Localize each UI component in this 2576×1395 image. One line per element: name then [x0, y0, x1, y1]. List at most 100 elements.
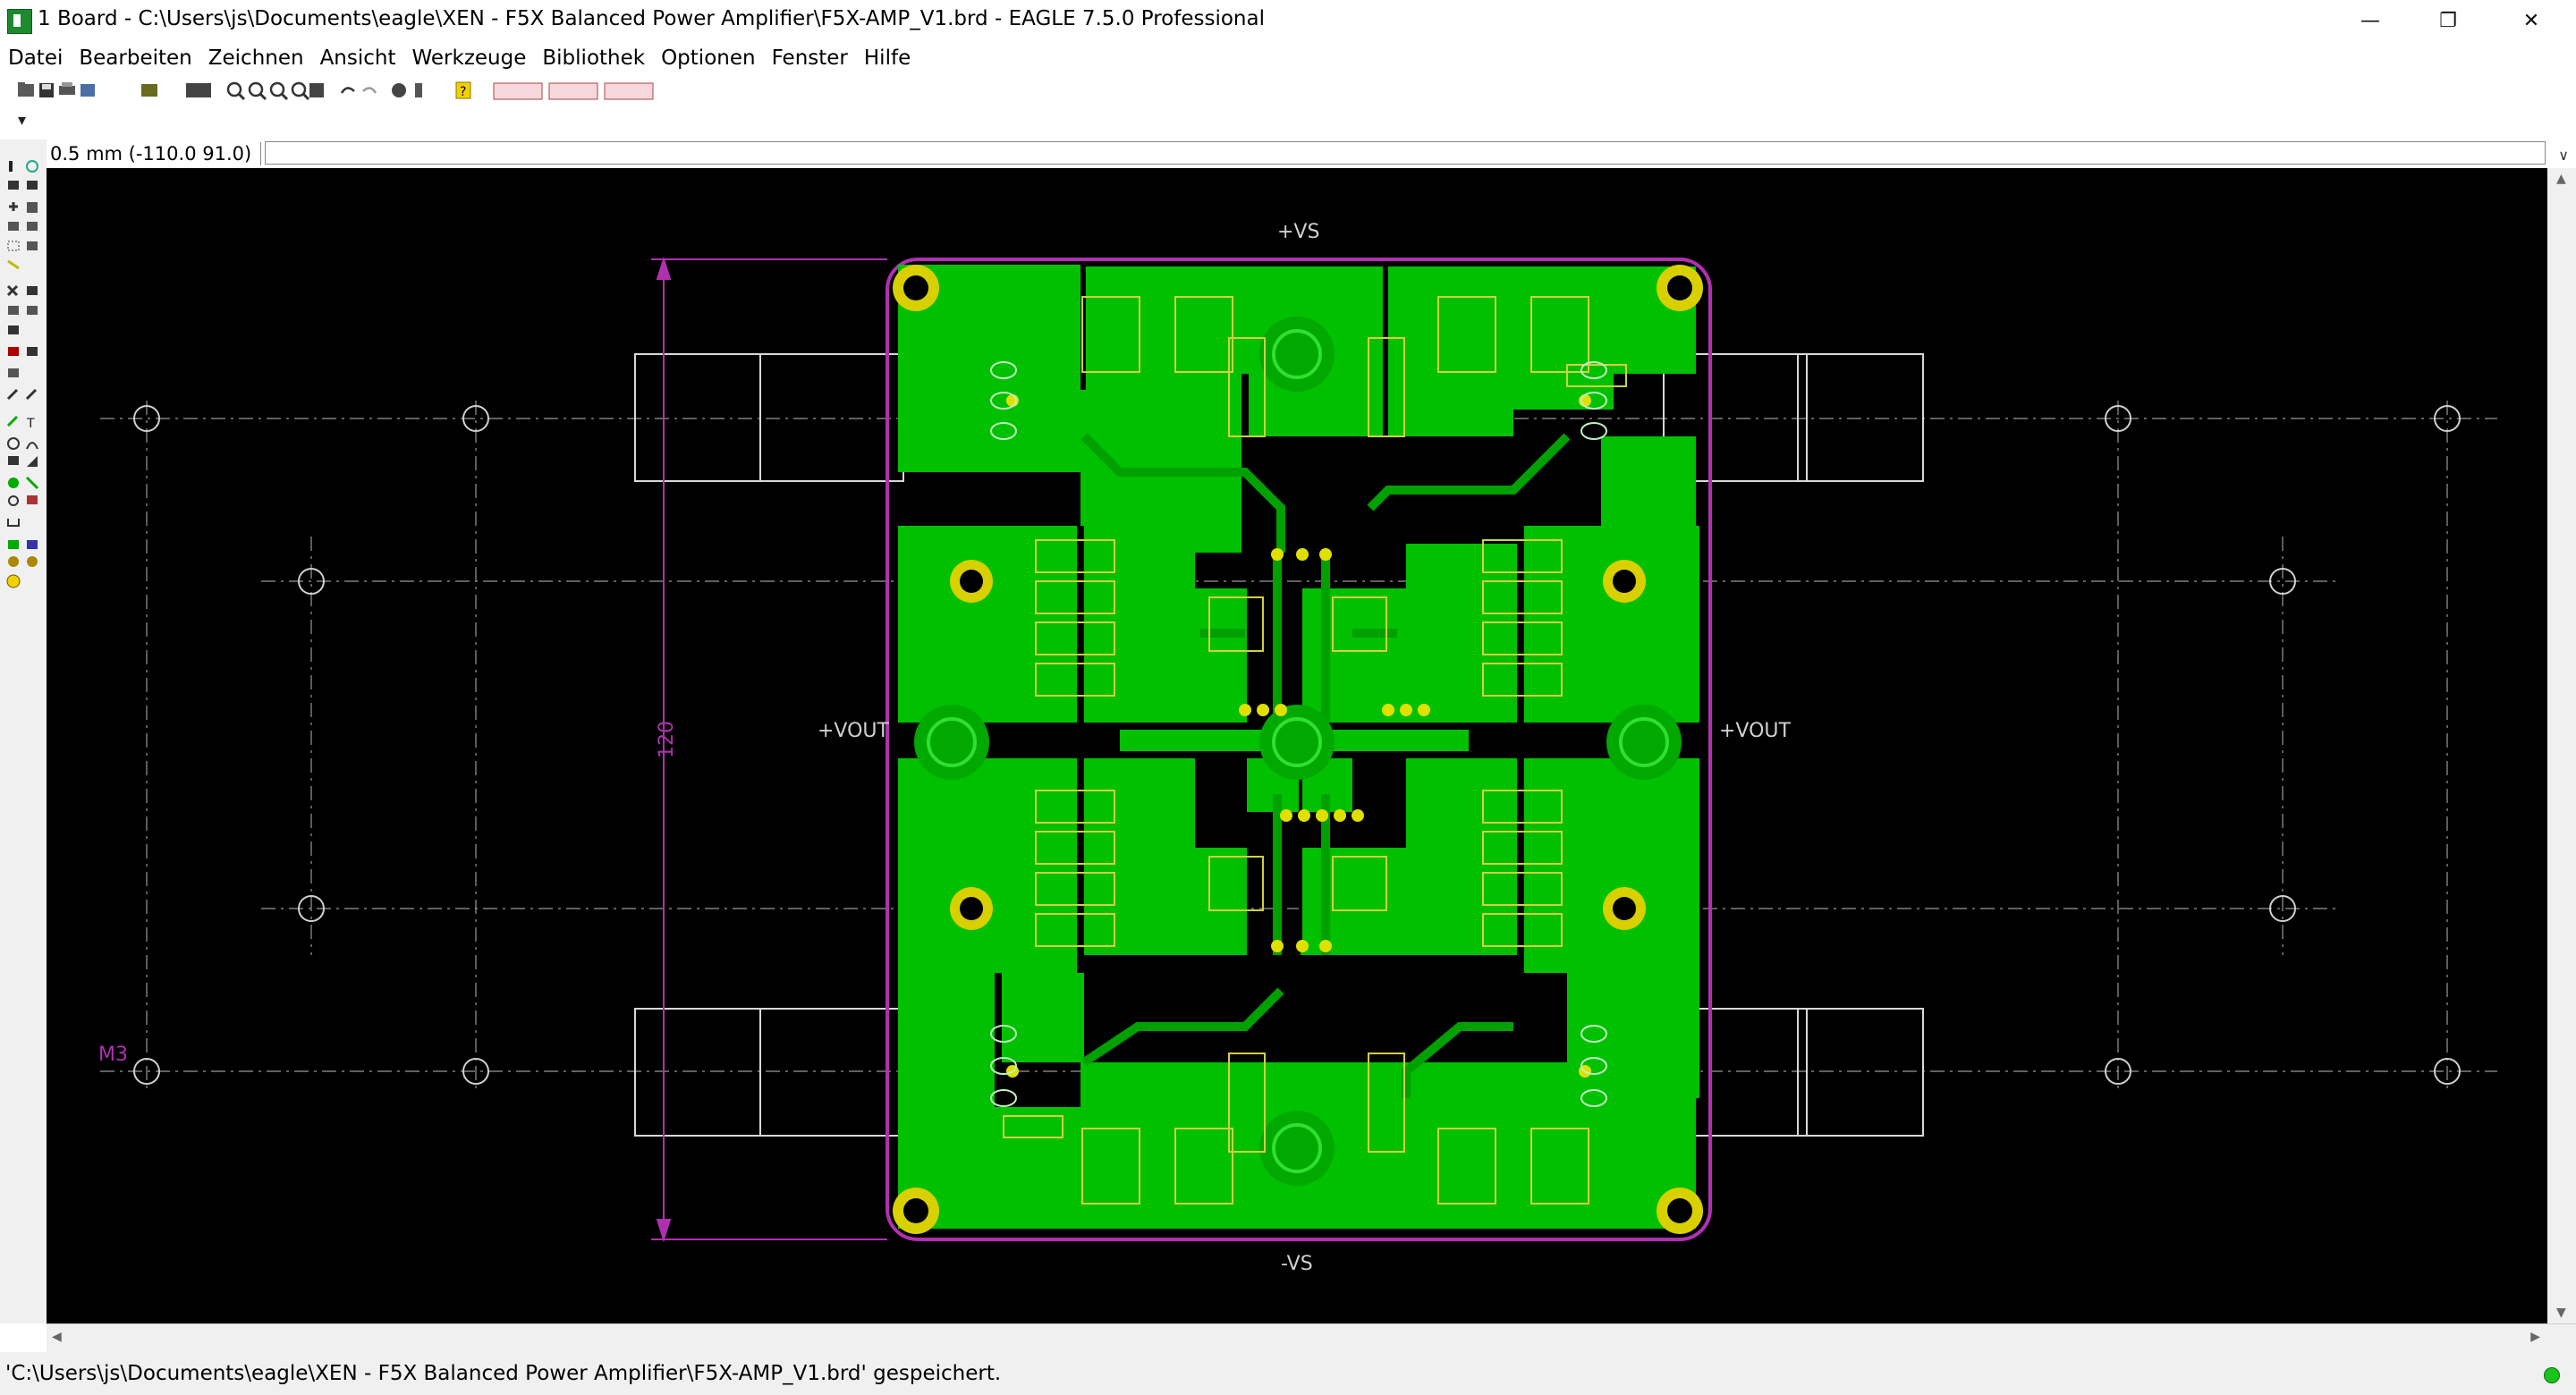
scroll-down-icon[interactable]: ▼	[2556, 1306, 2566, 1320]
horizontal-scrollbar[interactable]: ◀ ▶	[47, 1323, 2576, 1353]
split-icon[interactable]	[8, 347, 19, 356]
signal-icon[interactable]	[25, 476, 39, 490]
lock-icon[interactable]	[27, 306, 38, 315]
run-script-icon[interactable]	[195, 83, 211, 97]
wire-icon[interactable]	[6, 415, 19, 427]
arc-icon[interactable]	[26, 442, 38, 450]
circle-icon[interactable]	[7, 437, 20, 450]
tool-palette: T	[0, 140, 47, 1323]
save-icon[interactable]	[39, 83, 54, 97]
menu-bibliothek[interactable]: Bibliothek	[534, 46, 653, 70]
zoom-fit-icon[interactable]	[226, 81, 246, 101]
vs-bottom-label: -VS	[1281, 1253, 1313, 1275]
coordinate-readout: 0.5 mm (-110.0 91.0)	[50, 142, 262, 165]
zoom-out-icon[interactable]	[269, 81, 289, 101]
smash-icon[interactable]	[8, 326, 19, 334]
command-bar: 0.5 mm (-110.0 91.0) ∨	[47, 140, 2576, 169]
board-canvas[interactable]: 120 +VS -VS +VOUT +VOUT M3	[47, 168, 2547, 1323]
change-icon[interactable]	[27, 241, 38, 250]
display-icon[interactable]	[8, 181, 19, 190]
close-button[interactable]: ✕	[2496, 0, 2567, 41]
paste-icon[interactable]	[7, 259, 20, 270]
delete-icon[interactable]	[6, 284, 19, 297]
vs-top-label: +VS	[1277, 221, 1319, 243]
command-history-dropdown[interactable]: ∨	[2558, 147, 2569, 164]
replace-icon[interactable]	[8, 306, 19, 315]
vertical-scrollbar[interactable]: ▲ ▼	[2547, 168, 2576, 1323]
show-icon[interactable]	[26, 160, 38, 173]
go-icon[interactable]	[415, 83, 422, 97]
zoom-select-icon[interactable]	[309, 83, 324, 97]
attribute-icon[interactable]	[27, 495, 38, 504]
menu-optionen[interactable]: Optionen	[653, 46, 764, 70]
route-icon[interactable]	[6, 388, 19, 401]
schematic-icon[interactable]	[141, 84, 157, 97]
window-title: 1 Board - C:\Users\js\Documents\eagle\XE…	[38, 7, 1265, 30]
via-icon[interactable]	[8, 478, 19, 488]
scroll-up-icon[interactable]: ▲	[2556, 172, 2566, 186]
ripup-icon[interactable]	[25, 388, 38, 401]
menu-hilfe[interactable]: Hilfe	[856, 46, 919, 70]
undo-icon[interactable]	[340, 87, 355, 94]
hole-label: M3	[98, 1044, 128, 1066]
open-icon[interactable]	[18, 82, 34, 97]
mark-icon[interactable]	[27, 181, 38, 190]
stop-icon[interactable]	[392, 83, 406, 97]
autorouter-icon[interactable]	[27, 540, 38, 549]
scroll-left-icon[interactable]: ◀	[52, 1330, 62, 1344]
erc-icon[interactable]	[8, 556, 19, 567]
pcb-quote-icon[interactable]	[548, 82, 598, 100]
title-bar: 1 Board - C:\Users\js\Documents\eagle\XE…	[0, 0, 2576, 41]
menu-werkzeuge[interactable]: Werkzeuge	[404, 46, 535, 70]
menu-zeichnen[interactable]: Zeichnen	[200, 46, 312, 70]
scroll-right-icon[interactable]: ▶	[2530, 1330, 2540, 1344]
vout-right-label: +VOUT	[1719, 720, 1792, 742]
menu-ansicht[interactable]: Ansicht	[312, 46, 404, 70]
restore-button[interactable]: ❐	[2412, 0, 2484, 41]
status-indicator-icon	[2544, 1367, 2560, 1383]
dimension-icon[interactable]	[7, 519, 20, 527]
optimize-icon[interactable]	[8, 368, 19, 377]
parameter-toolbar: ▾	[0, 107, 2576, 140]
grid-dropdown[interactable]: ▾	[18, 111, 26, 130]
drc-icon[interactable]	[27, 556, 38, 567]
cam-icon[interactable]	[80, 84, 95, 97]
svg-text:?: ?	[460, 85, 466, 99]
print-icon[interactable]	[59, 82, 75, 95]
add-icon[interactable]	[27, 286, 38, 295]
command-input[interactable]	[265, 141, 2546, 165]
menu-bearbeiten[interactable]: Bearbeiten	[71, 46, 199, 70]
menu-bar: Datei Bearbeiten Zeichnen Ansicht Werkze…	[0, 41, 2576, 75]
info-icon[interactable]	[9, 161, 13, 172]
rect-icon[interactable]	[8, 456, 19, 465]
dimension-label: 120	[656, 721, 678, 758]
redo-icon[interactable]	[362, 87, 377, 94]
eagle-app-icon	[7, 9, 32, 34]
polygon-icon[interactable]	[27, 456, 38, 467]
idf-to-3d-icon[interactable]	[604, 82, 654, 100]
text-icon[interactable]: T	[26, 417, 35, 431]
copy-icon[interactable]	[27, 202, 38, 213]
group-icon[interactable]	[7, 241, 20, 251]
miter-icon[interactable]	[27, 347, 38, 356]
mirror-icon[interactable]	[8, 222, 19, 231]
status-message: 'C:\Users\js\Documents\eagle\XEN - F5X B…	[5, 1362, 1002, 1385]
zoom-in-icon[interactable]	[248, 81, 267, 101]
minimize-button[interactable]: —	[2334, 0, 2406, 41]
hole-icon[interactable]	[8, 495, 19, 506]
ratsnest-icon[interactable]	[8, 540, 19, 549]
design-link-icon[interactable]	[493, 82, 543, 100]
help-icon[interactable]: ?	[455, 81, 471, 99]
menu-fenster[interactable]: Fenster	[764, 46, 856, 70]
errors-icon[interactable]	[6, 574, 21, 588]
move-icon[interactable]	[9, 202, 18, 211]
status-bar: 'C:\Users\js\Documents\eagle\XEN - F5X B…	[0, 1352, 2576, 1395]
toolbar-icons: ?	[18, 81, 654, 101]
rotate-icon[interactable]	[27, 222, 38, 231]
tool-palette-icons: T	[6, 160, 39, 588]
dimension-line	[651, 256, 887, 1243]
vout-left-label: +VOUT	[818, 720, 890, 742]
menu-datei[interactable]: Datei	[0, 46, 71, 70]
zoom-redraw-icon[interactable]	[291, 81, 310, 101]
svg-text:T: T	[26, 417, 35, 431]
